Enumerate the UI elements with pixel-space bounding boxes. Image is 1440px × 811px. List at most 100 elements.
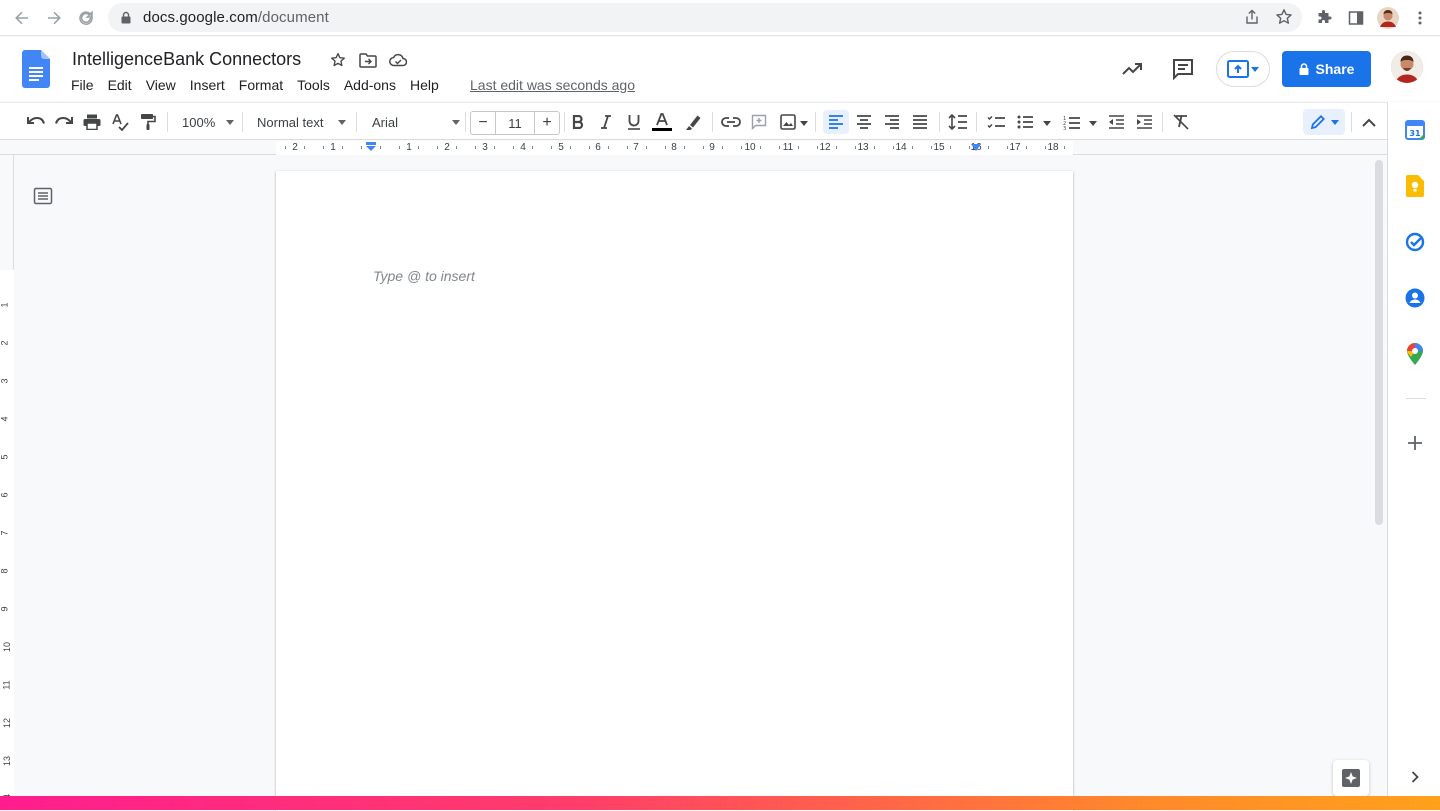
highlight-color-icon[interactable]: [681, 110, 705, 134]
menu-tools[interactable]: Tools: [290, 76, 337, 98]
menu-view[interactable]: View: [139, 76, 183, 98]
present-icon: [1227, 60, 1249, 78]
ruler-tick: [456, 146, 457, 149]
vertical-ruler[interactable]: 1234567891011121314: [0, 155, 14, 810]
side-panel-icon[interactable]: [1344, 6, 1368, 30]
align-center-icon[interactable]: [852, 110, 876, 134]
document-page[interactable]: Type @ to insert: [276, 171, 1073, 811]
zoom-select[interactable]: 100%: [176, 111, 234, 133]
align-right-icon[interactable]: [880, 110, 904, 134]
ruler-tick: [741, 146, 742, 149]
increase-font-size-button[interactable]: +: [535, 112, 559, 134]
paint-format-icon[interactable]: [136, 110, 160, 134]
share-label: Share: [1315, 61, 1355, 77]
italic-icon[interactable]: [594, 110, 618, 134]
share-button[interactable]: Share: [1282, 51, 1371, 87]
collapse-menus-icon[interactable]: [1357, 110, 1381, 134]
ruler-number: 8: [671, 142, 677, 153]
explore-button[interactable]: [1333, 760, 1369, 796]
decrease-indent-icon[interactable]: [1104, 110, 1128, 134]
reload-icon[interactable]: [74, 6, 98, 30]
maps-icon[interactable]: [1404, 343, 1426, 365]
cloud-saved-icon[interactable]: [387, 49, 409, 71]
lock-icon: [1299, 63, 1309, 75]
insert-placeholder[interactable]: Type @ to insert: [373, 268, 475, 284]
justify-icon[interactable]: [908, 110, 932, 134]
last-edit-link[interactable]: Last edit was seconds ago: [470, 77, 635, 93]
numbered-list-icon[interactable]: 123: [1059, 110, 1083, 134]
keep-icon[interactable]: [1404, 175, 1426, 197]
user-avatar[interactable]: [1391, 51, 1423, 83]
horizontal-ruler[interactable]: 21123456789101112131415161718: [276, 141, 1073, 155]
get-add-ons-plus-icon[interactable]: [1404, 432, 1426, 454]
ruler-tick: [931, 146, 932, 149]
toolbar-separator: [242, 112, 243, 132]
editing-mode-button[interactable]: [1303, 109, 1345, 135]
ruler-tick: [608, 146, 609, 149]
increase-indent-icon[interactable]: [1132, 110, 1156, 134]
line-spacing-icon[interactable]: [946, 110, 970, 134]
ruler-number: 17: [1009, 142, 1021, 153]
scrollbar-thumb[interactable]: [1375, 160, 1383, 525]
font-family-value: Arial: [372, 114, 399, 130]
print-icon[interactable]: [80, 110, 104, 134]
paragraph-style-select[interactable]: Normal text: [250, 111, 346, 133]
toolbar-separator: [815, 112, 816, 132]
forward-icon[interactable]: [42, 6, 66, 30]
activity-trend-icon[interactable]: [1120, 57, 1144, 81]
checklist-icon[interactable]: [984, 110, 1008, 134]
back-icon[interactable]: [10, 6, 34, 30]
docs-logo-icon[interactable]: [22, 50, 50, 88]
kebab-menu-icon[interactable]: [1408, 6, 1432, 30]
tasks-icon[interactable]: [1404, 231, 1426, 253]
ruler-tick: [817, 146, 818, 149]
calendar-icon[interactable]: 31: [1404, 119, 1426, 141]
insert-link-icon[interactable]: [719, 110, 743, 134]
ruler-tick: [1045, 146, 1046, 149]
star-icon[interactable]: [327, 49, 349, 71]
menu-help[interactable]: Help: [403, 76, 446, 98]
bookmark-star-icon[interactable]: [1272, 5, 1296, 29]
profile-avatar[interactable]: [1376, 6, 1400, 30]
text-color-icon[interactable]: [650, 110, 674, 134]
document-outline-icon[interactable]: [33, 186, 53, 206]
address-bar[interactable]: docs.google.com/document: [108, 3, 1302, 32]
present-button[interactable]: [1216, 51, 1270, 87]
move-to-folder-icon[interactable]: [357, 49, 379, 71]
caret-down-icon[interactable]: [800, 121, 808, 126]
comments-icon[interactable]: [1171, 57, 1195, 81]
align-left-icon[interactable]: [823, 110, 849, 134]
ruler-tick: [285, 146, 286, 149]
extensions-icon[interactable]: [1312, 6, 1336, 30]
menu-add-ons[interactable]: Add-ons: [337, 76, 403, 98]
spellcheck-icon[interactable]: [108, 110, 132, 134]
font-family-select[interactable]: Arial: [364, 111, 460, 133]
add-comment-icon[interactable]: [747, 110, 771, 134]
horizontal-ruler-bar: 21123456789101112131415161718: [0, 141, 1387, 155]
share-page-icon[interactable]: [1240, 5, 1264, 29]
menu-file[interactable]: File: [64, 76, 101, 98]
font-size-input[interactable]: 11: [495, 112, 535, 134]
menu-edit[interactable]: Edit: [101, 76, 139, 98]
clear-formatting-icon[interactable]: [1169, 110, 1193, 134]
expand-side-panel-icon[interactable]: [1404, 766, 1426, 788]
ruler-number: 2: [292, 142, 298, 153]
menu-format[interactable]: Format: [232, 76, 290, 98]
redo-icon[interactable]: [52, 110, 76, 134]
decrease-font-size-button[interactable]: −: [471, 112, 495, 134]
caret-down-icon[interactable]: [1089, 121, 1097, 126]
undo-icon[interactable]: [24, 110, 48, 134]
bulleted-list-icon[interactable]: [1013, 110, 1037, 134]
vertical-scrollbar[interactable]: [1372, 156, 1386, 796]
caret-down-icon[interactable]: [1043, 121, 1051, 126]
bold-icon[interactable]: [566, 110, 590, 134]
vertical-ruler-number: 6: [0, 492, 10, 498]
lock-icon[interactable]: [120, 11, 132, 24]
underline-icon[interactable]: [622, 110, 646, 134]
document-title[interactable]: IntelligenceBank Connectors: [72, 49, 301, 70]
menu-insert[interactable]: Insert: [183, 76, 232, 98]
left-indent-marker[interactable]: [365, 142, 377, 152]
insert-image-icon[interactable]: [776, 110, 800, 134]
contacts-icon[interactable]: [1404, 287, 1426, 309]
right-indent-marker[interactable]: [970, 144, 982, 152]
